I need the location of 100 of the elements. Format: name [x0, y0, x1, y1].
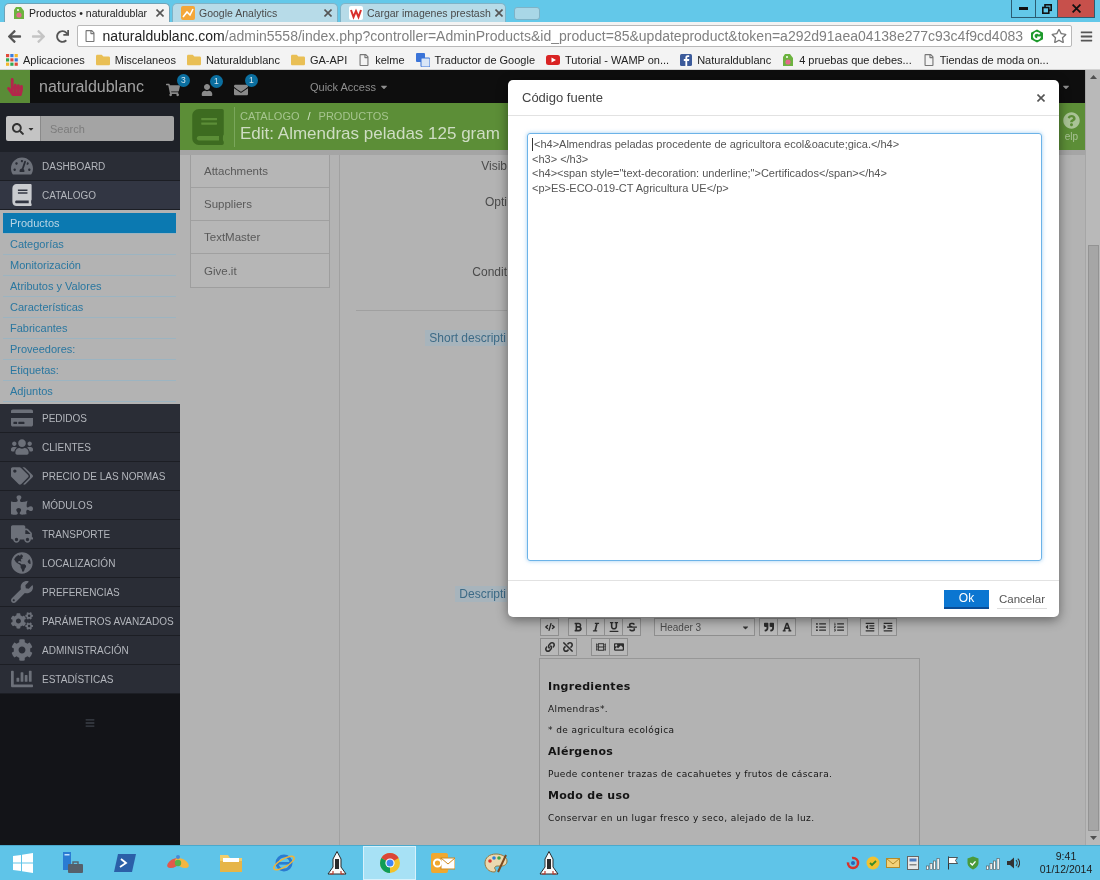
- sidebar-item[interactable]: PEDIDOS: [0, 404, 180, 433]
- clock-time: 9:41: [1055, 850, 1077, 863]
- sidebar-item[interactable]: DASHBOARD: [0, 152, 180, 181]
- code-button[interactable]: [540, 618, 559, 636]
- bulleted-list-icon: [815, 622, 826, 632]
- sidebar-item[interactable]: TRANSPORTE: [0, 520, 180, 549]
- bookmark-link[interactable]: Tutorial - WAMP on...: [546, 53, 670, 66]
- gear-icon: [11, 639, 33, 661]
- browser-tab[interactable]: Cargar imagenes prestash: [340, 3, 506, 22]
- close-window-button[interactable]: [1057, 0, 1095, 18]
- font-color-button[interactable]: [777, 618, 796, 636]
- unlink-button[interactable]: [558, 638, 577, 656]
- folder-icon: [95, 52, 110, 67]
- sidebar-item[interactable]: ESTADÍSTICAS: [0, 665, 180, 694]
- credit-card-icon: [11, 407, 33, 429]
- quick-access-menu[interactable]: Quick Access: [309, 80, 389, 93]
- page-icon: [83, 30, 96, 42]
- sidebar-item[interactable]: ADMINISTRACIÓN: [0, 636, 180, 665]
- close-icon[interactable]: [1037, 93, 1045, 102]
- close-icon[interactable]: [494, 9, 503, 17]
- numbered-list-button[interactable]: [829, 618, 848, 636]
- font-icon: [781, 622, 792, 632]
- shop-name[interactable]: naturaldublanc: [39, 77, 144, 96]
- search-options-button[interactable]: [6, 116, 41, 141]
- address-field[interactable]: naturaldublanc.com/admin5558/index.php?controller=AdminProducts&id_product=85&updateproduct&token=a292d91aea04138e277c93c4f9cd4083: [76, 25, 1072, 47]
- cancel-button[interactable]: Cancelar: [996, 589, 1047, 609]
- bookmark-link[interactable]: Miscelaneos: [95, 52, 176, 67]
- code-line: <h3> </h3>: [532, 151, 589, 167]
- ok-button[interactable]: Ok: [943, 589, 989, 609]
- sidebar-item[interactable]: CLIENTES: [0, 433, 180, 462]
- gauge-icon: [11, 155, 33, 177]
- browser-tab[interactable]: Google Analytics: [172, 3, 338, 22]
- search-icon: [11, 122, 24, 135]
- page-icon: [358, 53, 371, 66]
- clock-date: 01/12/2014: [1039, 863, 1093, 876]
- palette-icon: [483, 852, 508, 874]
- menu-icon[interactable]: [1080, 29, 1093, 43]
- orbit-logo-icon: [271, 852, 296, 874]
- close-icon[interactable]: [156, 9, 164, 17]
- editor-paragraph: Almendras*.: [548, 703, 609, 715]
- cart-icon[interactable]: [165, 82, 180, 97]
- shield-check-icon: [966, 856, 980, 870]
- back-arrow-icon[interactable]: [7, 28, 23, 44]
- envelope-icon[interactable]: [233, 82, 248, 97]
- field-label: Visib: [481, 158, 507, 174]
- close-icon[interactable]: [324, 9, 332, 17]
- sidebar-item[interactable]: PREFERENCIAS: [0, 578, 180, 607]
- indent-button[interactable]: [878, 618, 897, 636]
- sidebar-item[interactable]: MÓDULOS: [0, 491, 180, 520]
- speaker-icon: [1006, 856, 1020, 870]
- scroll-up-arrow-icon[interactable]: [1089, 75, 1097, 79]
- editor-paragraph: * de agricultura ecológica: [548, 724, 675, 736]
- bookmark-link[interactable]: Naturaldublanc: [186, 52, 280, 67]
- scroll-down-arrow-icon[interactable]: [1089, 836, 1097, 840]
- sidebar-item[interactable]: PARÁMETROS AVANZADOS: [0, 607, 180, 636]
- image-button[interactable]: [609, 638, 628, 656]
- strikethrough-icon: [626, 622, 637, 632]
- scrollbar[interactable]: [1085, 70, 1100, 845]
- bookmark-link[interactable]: Traductor de Google: [415, 52, 536, 67]
- zigzag-icon: [349, 6, 363, 20]
- bookmark-link[interactable]: kelme: [358, 53, 405, 66]
- source-code-field[interactable]: <h4>Almendras peladas procedente de agricultora ecol&oacute;gica.</h4> <h3> </h3> <h4><span style="text-decoration: underline;">Certificados</span></h4> <p>ES-ECO-019-CT Agricultura UE</p>: [527, 133, 1042, 561]
- italic-icon: [590, 622, 601, 632]
- bookmark-link[interactable]: Aplicaciones: [6, 53, 85, 66]
- editor-heading: Alérgenos: [548, 745, 614, 759]
- server-toolbox-icon: [60, 852, 83, 874]
- quote-icon: [763, 622, 774, 632]
- sidebar-item[interactable]: CATALOGO: [0, 181, 180, 210]
- social-logo-icon: [680, 53, 693, 66]
- gears-icon: [11, 610, 33, 632]
- user-icon[interactable]: [200, 83, 213, 96]
- product-tab[interactable]: TextMaster: [191, 221, 329, 254]
- bookmark-link[interactable]: 4 pruebas que debes...: [782, 52, 912, 67]
- minimize-button[interactable]: [1011, 0, 1036, 18]
- strikethrough-button[interactable]: [622, 618, 641, 636]
- sidebar-item[interactable]: PRECIO DE LAS NORMAS: [0, 462, 180, 491]
- field-label: Condit: [472, 264, 507, 280]
- bookmark-link[interactable]: Tiendas de moda on...: [922, 53, 1049, 66]
- star-icon[interactable]: [1051, 28, 1067, 44]
- product-tab[interactable]: Give.it: [191, 254, 329, 287]
- bookmark-link[interactable]: Naturaldublanc: [680, 53, 772, 66]
- browser-tab[interactable]: Productos • naturaldublar: [4, 3, 170, 22]
- space-shuttle-icon: [325, 851, 348, 875]
- device-icon: [906, 856, 920, 870]
- product-tab[interactable]: Suppliers: [191, 188, 329, 221]
- code-line: <h4><span style="text-decoration: underline;">Certificados</span></h4>: [532, 166, 887, 181]
- image-icon: [613, 642, 624, 652]
- space-shuttle-icon: [537, 851, 560, 875]
- bookmark-link[interactable]: GA-API: [290, 52, 348, 67]
- sidebar-item[interactable]: LOCALIZACIÓN: [0, 549, 180, 578]
- product-tab[interactable]: Attachments: [191, 155, 329, 188]
- reload-icon[interactable]: [56, 29, 70, 43]
- heading-style-select[interactable]: Header 3: [654, 618, 755, 636]
- underline-icon: [608, 622, 619, 632]
- numbered-list-icon: [833, 622, 844, 632]
- restore-icon: [1041, 3, 1052, 14]
- scrollbar-thumb[interactable]: [1087, 245, 1099, 831]
- count-badge: 3: [176, 73, 190, 87]
- code-line: <h4>Almendras peladas procedente de agricultora ecol&oacute;gica.</h4>: [534, 137, 900, 152]
- signal-bars-icon: [986, 856, 1000, 870]
